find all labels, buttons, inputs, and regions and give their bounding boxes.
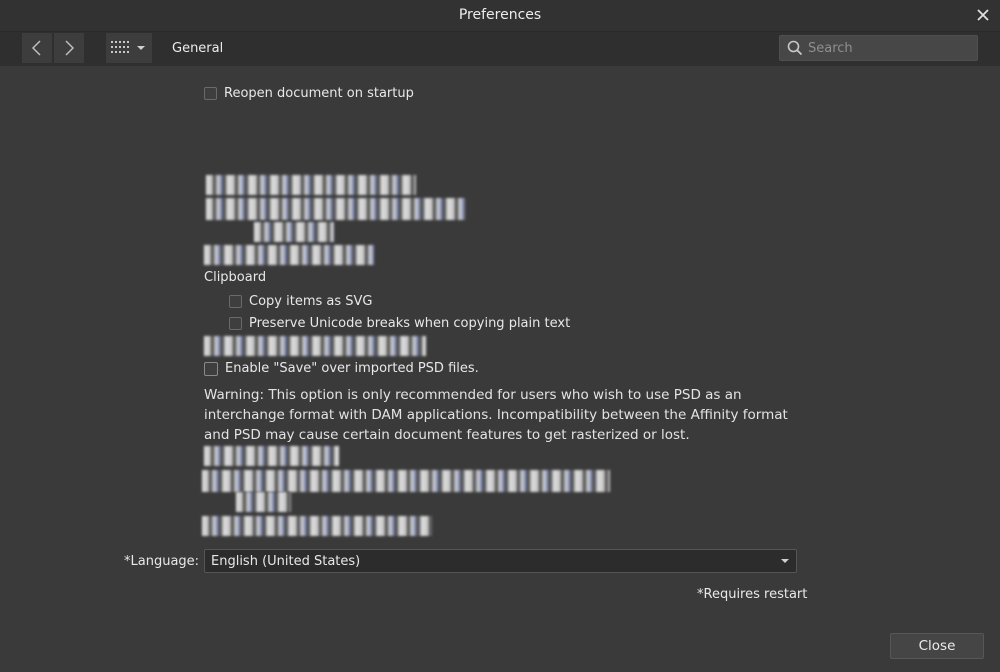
- search-input[interactable]: [808, 40, 968, 56]
- restart-note: *Requires restart: [697, 587, 808, 602]
- close-button[interactable]: Close: [890, 633, 984, 659]
- language-selected-value: English (United States): [211, 553, 361, 569]
- search-box[interactable]: [779, 35, 978, 61]
- chevron-down-icon: [781, 559, 789, 563]
- preferences-window: Preferences General Search Reopen docume…: [0, 0, 1000, 672]
- forward-button[interactable]: [54, 33, 84, 63]
- toolbar: General: [0, 32, 1000, 66]
- reopen-row[interactable]: Reopen document on startup: [204, 86, 414, 101]
- preserve-unicode-checkbox[interactable]: [229, 317, 242, 330]
- copy-svg-row[interactable]: Copy items as SVG: [229, 294, 372, 309]
- title-bar: Preferences: [0, 0, 1000, 32]
- section-title: General: [172, 41, 224, 56]
- preserve-unicode-label: Preserve Unicode breaks when copying pla…: [249, 316, 571, 331]
- close-icon[interactable]: [973, 5, 993, 25]
- copy-svg-checkbox[interactable]: [229, 295, 242, 308]
- reopen-checkbox[interactable]: [204, 87, 217, 100]
- language-label: *Language:: [124, 554, 200, 569]
- enable-save-label: Enable "Save" over imported PSD files.: [225, 361, 479, 376]
- clipboard-heading: Clipboard: [204, 270, 267, 285]
- reopen-label: Reopen document on startup: [224, 86, 414, 101]
- show-all-button[interactable]: [106, 33, 152, 63]
- copy-svg-label: Copy items as SVG: [249, 294, 373, 309]
- chevron-right-icon: [65, 40, 75, 56]
- search-icon: [787, 40, 803, 56]
- psd-warning-text: Warning: This option is only recommended…: [204, 387, 788, 443]
- window-title: Preferences: [458, 7, 542, 23]
- enable-save-row[interactable]: Enable "Save" over imported PSD files.: [204, 361, 479, 376]
- caret-down-icon[interactable]: [136, 44, 146, 52]
- back-button[interactable]: [22, 33, 52, 63]
- language-select[interactable]: English (United States): [204, 549, 797, 573]
- preserve-unicode-row[interactable]: Preserve Unicode breaks when copying pla…: [229, 316, 570, 331]
- chevron-left-icon: [31, 40, 41, 56]
- enable-save-checkbox[interactable]: [204, 361, 218, 376]
- grid-icon: [111, 41, 129, 53]
